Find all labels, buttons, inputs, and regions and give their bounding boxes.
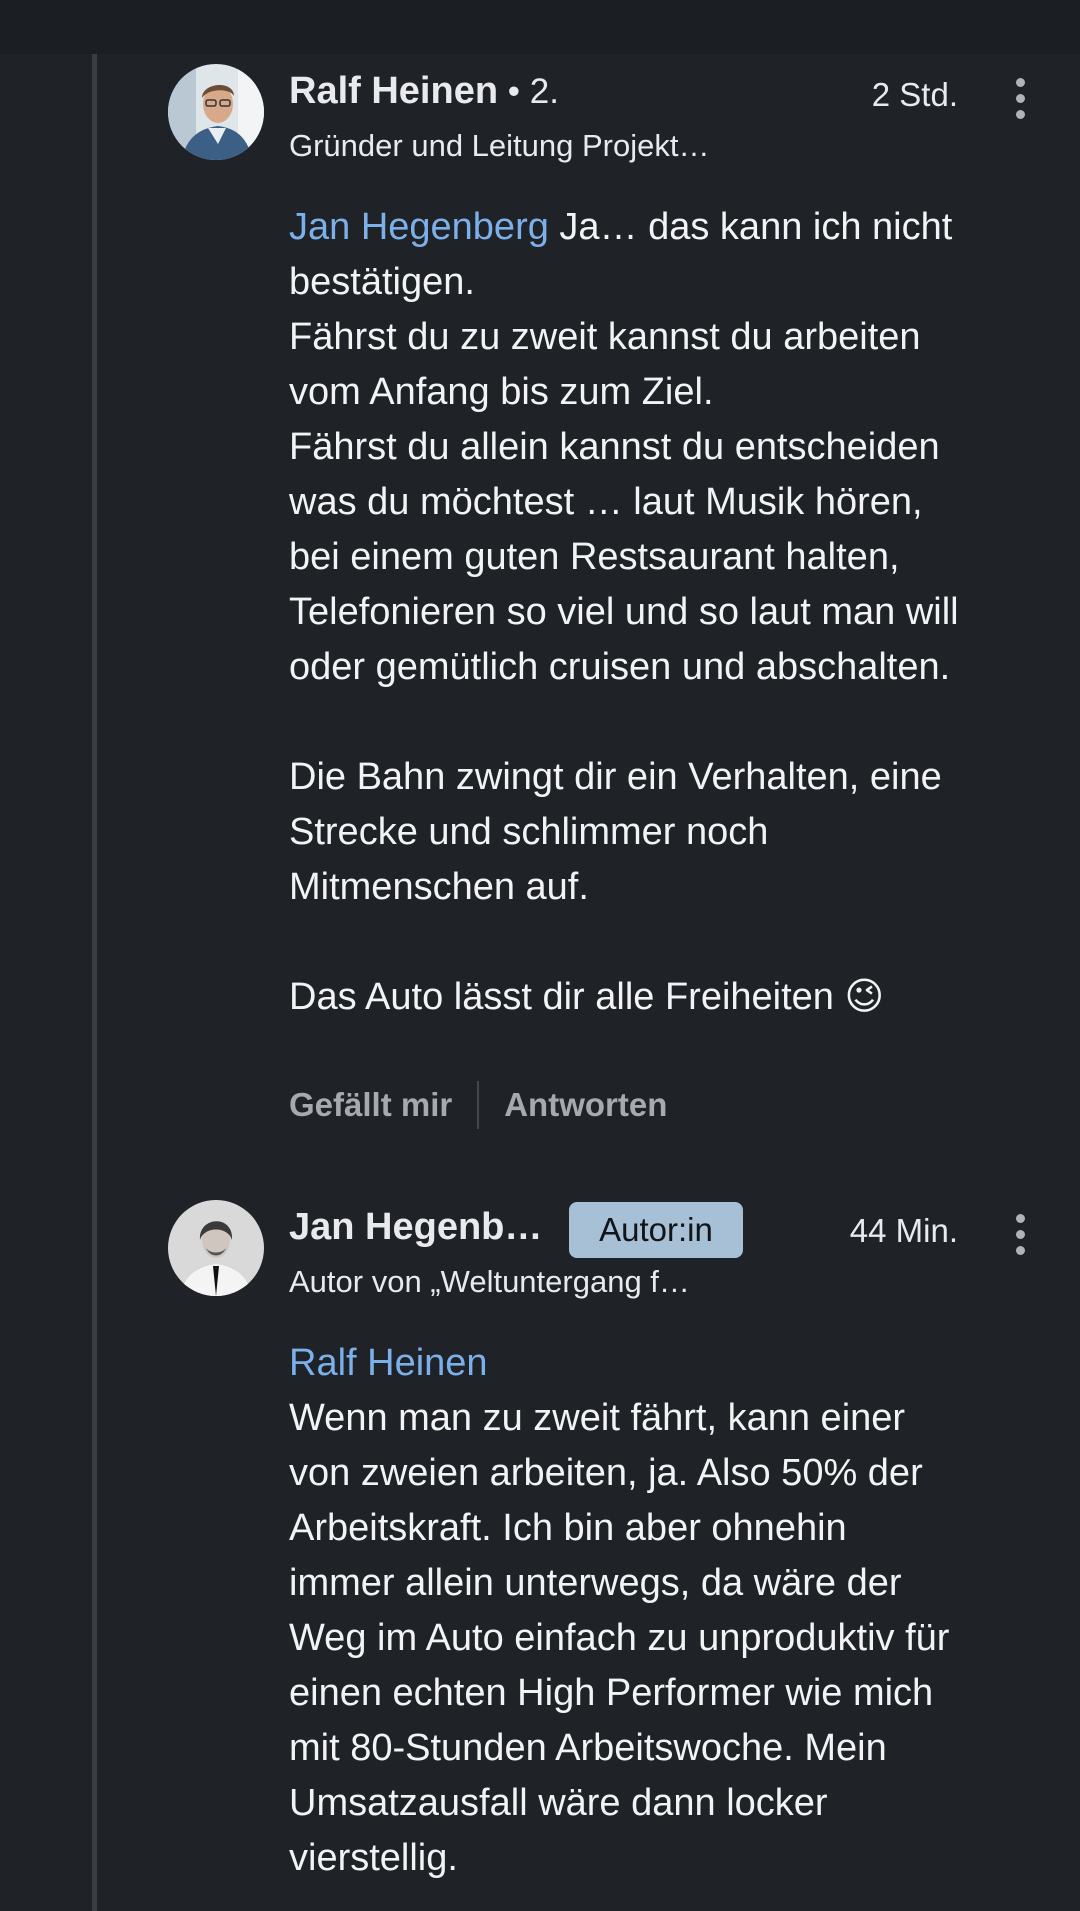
timestamp: 44 Min. bbox=[849, 1212, 958, 1249]
more-vertical-icon[interactable] bbox=[1005, 74, 1035, 124]
comment-text-line: Die Bahn zwingt dir ein Verhalten, eine bbox=[289, 756, 942, 798]
comment-text-line: Strecke und schlimmer noch bbox=[289, 811, 769, 853]
comment-text-line: was du möchtest … laut Musik hören, bbox=[289, 481, 923, 523]
action-divider bbox=[477, 1081, 480, 1129]
comment-text-line: einen echten High Performer wie mich bbox=[289, 1672, 934, 1714]
avatar[interactable] bbox=[168, 64, 264, 160]
author-headline: Gründer und Leitung Projekt… bbox=[289, 128, 710, 163]
top-strip bbox=[0, 0, 1080, 54]
comment-text-line: von zweien arbeiten, ja. Also 50% der bbox=[289, 1452, 923, 1494]
reply-button[interactable]: Antworten bbox=[504, 1086, 667, 1124]
comment-body: Jan Hegenberg Ja… das kann ich nicht bes… bbox=[289, 200, 1049, 1025]
thread-line bbox=[92, 54, 97, 1911]
comment-text-line: mit 80-Stunden Arbeitswoche. Mein bbox=[289, 1727, 887, 1769]
comment-text-line: bestätigen. bbox=[289, 261, 475, 303]
comment-text-line: bei einem guten Restsaurant halten, bbox=[289, 536, 900, 578]
comment-text-line: Telefonieren so viel und so laut man wil… bbox=[289, 591, 959, 633]
author-name[interactable]: Ralf Heinen • 2. bbox=[289, 70, 559, 113]
author-name-text[interactable]: Ralf Heinen bbox=[289, 70, 498, 112]
comment-text-line: Mitmenschen auf. bbox=[289, 866, 589, 908]
comment-text-line: Ja… das kann ich nicht bbox=[548, 206, 953, 248]
comment-text-line: Fährst du zu zweit kannst du arbeiten bbox=[289, 316, 921, 358]
connection-degree: • 2. bbox=[498, 72, 559, 111]
timestamp: 2 Std. bbox=[871, 76, 958, 113]
author-badge: Autor:in bbox=[569, 1202, 743, 1258]
comment-body: Ralf Heinen Wenn man zu zweit fährt, kan… bbox=[289, 1336, 1049, 1886]
comment-actions: Gefällt mir Antworten bbox=[289, 1080, 667, 1130]
more-vertical-icon[interactable] bbox=[1005, 1210, 1035, 1260]
comment-text-line: immer allein unterwegs, da wäre der bbox=[289, 1562, 902, 1604]
avatar[interactable] bbox=[168, 1200, 264, 1296]
comment-text-line: Wenn man zu zweit fährt, kann einer bbox=[289, 1397, 906, 1439]
comment-text-line: oder gemütlich cruisen und abschalten. bbox=[289, 646, 951, 688]
author-name[interactable]: Jan Hegenb… bbox=[289, 1206, 542, 1249]
mention-link[interactable]: Jan Hegenberg bbox=[289, 206, 549, 248]
comment-text-line: Arbeitskraft. Ich bin aber ohnehin bbox=[289, 1507, 847, 1549]
comment-text-line: Fährst du allein kannst du entscheiden bbox=[289, 426, 940, 468]
comment-text-line: Umsatzausfall wäre dann locker bbox=[289, 1782, 828, 1824]
like-button[interactable]: Gefällt mir bbox=[289, 1086, 452, 1124]
comment-text-line: vierstellig. bbox=[289, 1837, 458, 1879]
mention-link[interactable]: Ralf Heinen bbox=[289, 1336, 1049, 1391]
comment-text-line: Das Auto lässt dir alle Freiheiten 😉 bbox=[289, 976, 885, 1018]
comment-text-line: Weg im Auto einfach zu unproduktiv für bbox=[289, 1617, 950, 1659]
author-headline: Autor von „Weltuntergang f… bbox=[289, 1264, 690, 1299]
comment-text-line: vom Anfang bis zum Ziel. bbox=[289, 371, 714, 413]
